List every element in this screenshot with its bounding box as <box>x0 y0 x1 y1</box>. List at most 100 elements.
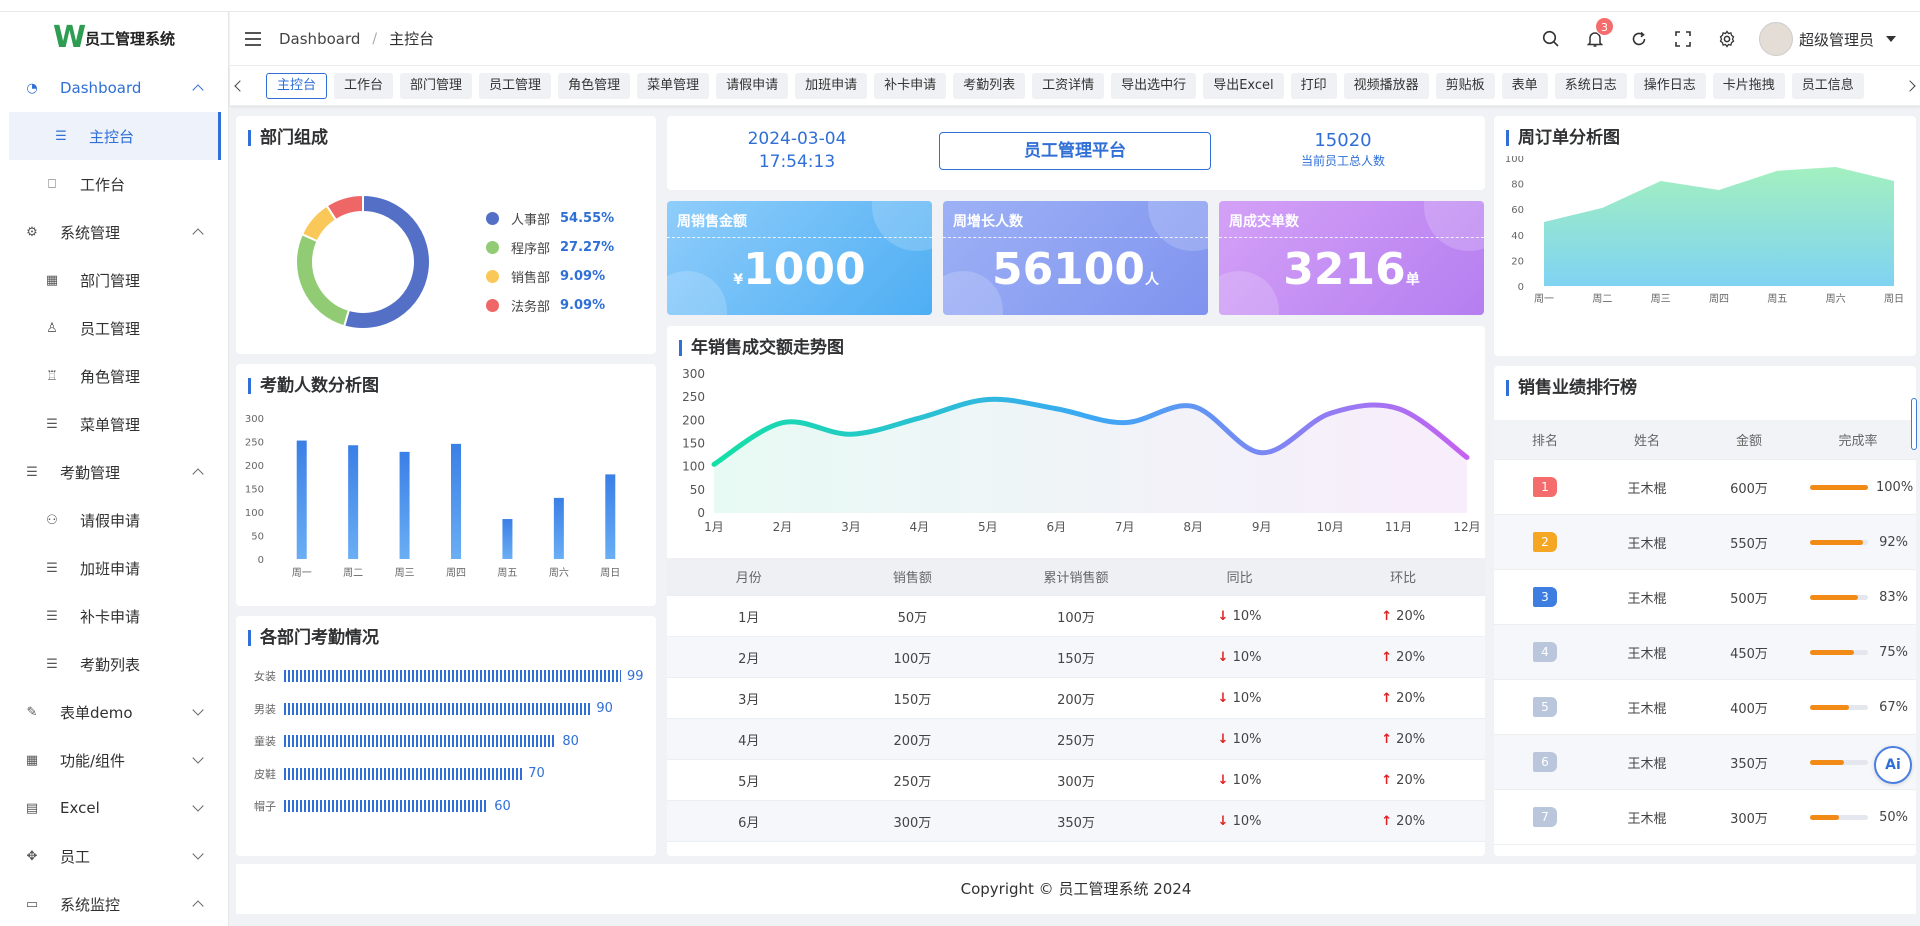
tab-item[interactable]: 部门管理 <box>400 73 473 99</box>
tab-item[interactable]: 打印 <box>1290 73 1337 99</box>
sidebar-item[interactable]: ☰ 考勤列表 <box>0 640 228 688</box>
fullscreen-icon[interactable] <box>1671 27 1695 51</box>
tabs-scroll-right-icon[interactable] <box>1900 66 1920 106</box>
rank-badge: 4 <box>1533 642 1557 662</box>
tab-item[interactable]: 主控台 <box>266 73 328 99</box>
table-row[interactable]: 2 王木棍 550万 92% <box>1494 515 1916 570</box>
table-row[interactable]: 6王木棍350万58% <box>1494 735 1916 790</box>
ranking-scrollbar[interactable] <box>1911 398 1917 450</box>
attendance-bar-row: 帽子 60 <box>254 796 511 816</box>
tab-item[interactable]: 导出Excel <box>1203 73 1284 99</box>
table-row[interactable]: 2月 100万 150万 ↓ 10% ↑ 20% <box>667 637 1485 678</box>
x-tick-label: 周六 <box>1826 293 1846 305</box>
tab-item[interactable]: 视频播放器 <box>1343 73 1429 99</box>
bar[interactable] <box>284 800 489 812</box>
tab-item[interactable]: 员工管理 <box>479 73 552 99</box>
tabs-bar: 主控台 工作台 部门管理 员工管理 角色管理 菜单管理 请假申请 加班申请 补卡申请 考勤列表 工资… <box>230 66 1920 106</box>
table-cell: 300万 <box>1057 774 1095 790</box>
tab-item[interactable]: 考勤列表 <box>953 73 1026 99</box>
table-row[interactable]: 3月 150万 200万 ↓ 10% ↑ 20% <box>667 678 1485 719</box>
bar[interactable] <box>284 670 621 682</box>
bar[interactable] <box>296 440 307 559</box>
search-icon[interactable] <box>1539 27 1563 51</box>
app-logo[interactable]: W 员工管理系统 <box>0 12 228 64</box>
table-row[interactable]: 6月 300万 350万 ↓ 10% ↑ 20% <box>667 801 1485 842</box>
bar[interactable] <box>348 445 359 559</box>
sidebar-item[interactable]: ▦ 部门管理 <box>0 256 228 304</box>
current-datetime: 2024-03-04 17:54:13 <box>727 128 867 174</box>
sidebar-item[interactable]: ✎ 表单demo <box>0 688 228 736</box>
ai-assistant-button[interactable]: Ai <box>1874 746 1912 784</box>
donut-slice[interactable] <box>342 193 431 330</box>
bar[interactable] <box>284 702 591 715</box>
sidebar-item[interactable]: ⚙ 系统管理 <box>0 208 228 256</box>
attendance-count-title: 考勤人数分析图 <box>248 376 379 396</box>
tab-item[interactable]: 加班申请 <box>795 73 868 99</box>
table-row[interactable]: 4 王木棍 450万 75% <box>1494 625 1916 680</box>
tab-item[interactable]: 导出选中行 <box>1111 73 1197 99</box>
tab-item[interactable]: 角色管理 <box>558 73 631 99</box>
table-row[interactable]: 7 王木棍 300万 50% <box>1494 790 1916 845</box>
bar[interactable] <box>284 735 557 747</box>
attendance-bar-row: 皮鞋 70 <box>254 764 545 784</box>
bar[interactable] <box>553 497 564 559</box>
bar[interactable] <box>502 519 513 559</box>
notification-badge: 3 <box>1594 17 1614 36</box>
tab-item[interactable]: 工作台 <box>334 73 394 99</box>
legend-item[interactable]: 程序部 27.27% <box>486 233 614 262</box>
gear-icon[interactable] <box>1715 27 1739 51</box>
breadcrumb-dashboard[interactable]: Dashboard <box>279 30 360 48</box>
bar[interactable] <box>284 767 523 780</box>
rank-cell: 1 <box>1494 477 1596 497</box>
bar[interactable] <box>451 443 461 559</box>
sidebar-item[interactable]: ⎕ 工作台 <box>0 160 228 208</box>
sidebar-item[interactable]: ☰ 加班申请 <box>0 544 228 592</box>
sidebar-item[interactable]: ▭ 系统监控 <box>0 880 228 926</box>
sidebar-item[interactable]: ✥ 员工 <box>0 832 228 880</box>
table-row[interactable]: 5月 250万 300万 ↓ 10% ↑ 20% <box>667 760 1485 801</box>
legend-item[interactable]: 销售部 9.09% <box>486 262 614 291</box>
donut-slice[interactable] <box>295 232 351 328</box>
sidebar-item[interactable]: ☰ 主控台 <box>9 112 221 160</box>
bar[interactable] <box>399 451 410 559</box>
sidebar-item[interactable]: ☰ 考勤管理 <box>0 448 228 496</box>
sidebar-item[interactable]: ☰ 补卡申请 <box>0 592 228 640</box>
sidebar-item[interactable]: ◔ Dashboard <box>0 64 228 112</box>
bar[interactable] <box>605 474 616 559</box>
collapse-sidebar-icon[interactable] <box>245 31 261 46</box>
tab-item[interactable]: 请假申请 <box>716 73 789 99</box>
sidebar-item[interactable]: ♖ 角色管理 <box>0 352 228 400</box>
tab-item[interactable]: 系统日志 <box>1554 73 1627 99</box>
tab-item[interactable]: 卡片拖拽 <box>1712 73 1785 99</box>
user-menu[interactable]: 超级管理员 <box>1758 22 1896 56</box>
rate-text: 67% <box>1879 699 1908 715</box>
tab-item[interactable]: 剪贴板 <box>1435 73 1495 99</box>
tab-item[interactable]: 工资详情 <box>1032 73 1105 99</box>
table-row[interactable]: 1 王木棍 600万 100% <box>1494 460 1916 515</box>
table-row[interactable]: 3 王木棍 500万 83% <box>1494 570 1916 625</box>
refresh-icon[interactable] <box>1627 27 1651 51</box>
legend-item[interactable]: 法务部 9.09% <box>486 291 614 320</box>
table-row[interactable]: 5 王木棍 400万 67% <box>1494 680 1916 735</box>
sidebar-item[interactable]: ♙ 员工管理 <box>0 304 228 352</box>
table-cell: ↑ 20% <box>1321 814 1485 829</box>
sidebar-item[interactable]: ▦ 功能/组件 <box>0 736 228 784</box>
sidebar-item[interactable]: ⚇ 请假申请 <box>0 496 228 544</box>
sidebar-item[interactable]: ☰ 菜单管理 <box>0 400 228 448</box>
table-row[interactable]: 1月 50万 100万 ↓ 10% ↑ 20% <box>667 596 1485 637</box>
tab-item[interactable]: 菜单管理 <box>637 73 710 99</box>
ranking-table: 排名 姓名 金额 完成率 1 王木棍 600万 100% 2 王木棍 550万 92% 3 王木棍 500万… <box>1494 420 1916 845</box>
tabs-scroll-left-icon[interactable] <box>230 66 250 106</box>
bell-icon[interactable]: 3 <box>1583 17 1614 51</box>
area-series[interactable] <box>1544 166 1894 286</box>
tab-item[interactable]: 表单 <box>1501 73 1548 99</box>
name-cell: 王木棍 <box>1627 536 1667 552</box>
stat-value: 3216单 <box>1219 245 1484 305</box>
tab-item[interactable]: 补卡申请 <box>874 73 947 99</box>
dept-composition-card: 部门组成 人事部 54.55% 程序部 27.27% 销售部 9.09% 法务部 9.09% <box>236 116 656 354</box>
sidebar-item[interactable]: ▤ Excel <box>0 784 228 832</box>
tab-item[interactable]: 操作日志 <box>1633 73 1706 99</box>
legend-item[interactable]: 人事部 54.55% <box>486 204 614 233</box>
table-row[interactable]: 4月 200万 250万 ↓ 10% ↑ 20% <box>667 719 1485 760</box>
tab-item[interactable]: 员工信息 <box>1791 73 1864 99</box>
